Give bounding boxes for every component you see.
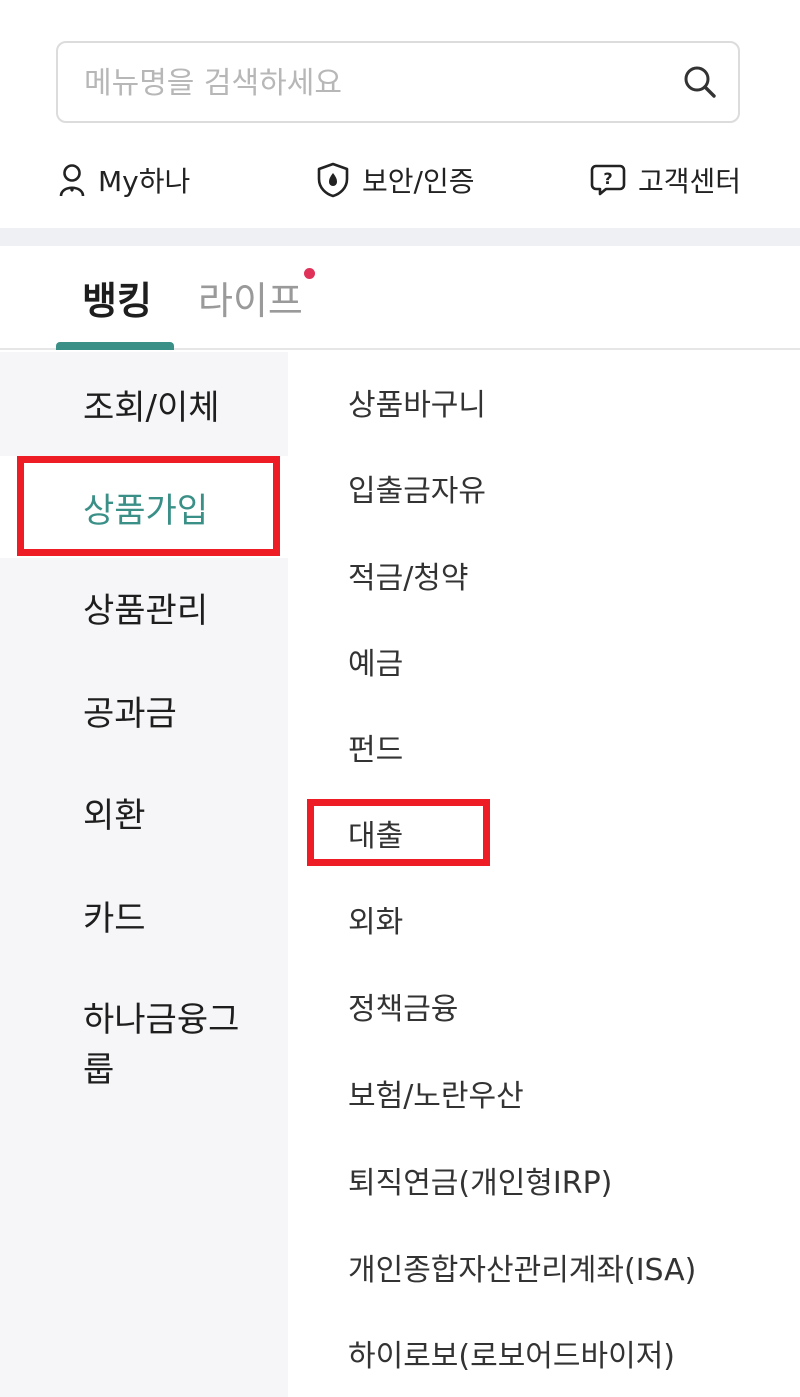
left-menu-label: 외환: [83, 796, 146, 836]
top-cut-header: [0, 0, 800, 10]
sub-menu-item[interactable]: 적금/청약: [348, 559, 469, 599]
user-icon: [59, 164, 85, 197]
quick-link-customer-center[interactable]: ? 고객센터: [590, 155, 741, 205]
section-divider: [0, 228, 800, 246]
left-menu-label: 상품관리: [83, 591, 209, 631]
quick-link-myhana[interactable]: My하나: [58, 155, 190, 205]
menu-tabs: 뱅킹 라이프: [0, 246, 800, 350]
left-menu-item[interactable]: 공과금: [0, 690, 288, 738]
sub-menu-item[interactable]: 대출: [348, 817, 403, 857]
left-menu-item-active[interactable]: 상품가입: [0, 456, 288, 558]
search-box[interactable]: [56, 41, 740, 123]
left-menu-item[interactable]: 상품관리: [0, 587, 288, 635]
left-menu-item[interactable]: 외환: [0, 792, 288, 840]
left-menu-item[interactable]: 하나금융그룹: [0, 995, 288, 1097]
left-menu-label: 상품가입: [83, 491, 209, 531]
search-icon[interactable]: [680, 62, 720, 102]
active-tab-indicator: [56, 342, 174, 350]
tab-banking[interactable]: 뱅킹: [82, 270, 152, 325]
left-menu-label: 하나금융그룹: [83, 1000, 240, 1090]
svg-text:?: ?: [603, 169, 612, 188]
quick-link-label: 보안/인증: [362, 165, 475, 198]
sub-menu-item[interactable]: 상품바구니: [348, 386, 486, 426]
sub-menu-item[interactable]: 개인종합자산관리계좌(ISA): [348, 1251, 696, 1291]
quick-link-security[interactable]: 보안/인증: [316, 155, 474, 205]
shield-icon: [317, 162, 349, 198]
left-menu-label: 공과금: [83, 694, 177, 734]
tab-life[interactable]: 라이프: [198, 268, 315, 325]
quick-link-label: My하나: [98, 165, 191, 198]
help-chat-icon: ?: [590, 164, 626, 196]
sub-menu-item[interactable]: 하이로보(로보어드바이저): [348, 1337, 675, 1377]
left-menu-item[interactable]: 조회/이체: [0, 384, 288, 432]
sub-menu-item[interactable]: 정책금융: [348, 990, 458, 1030]
left-menu-item[interactable]: 카드: [0, 895, 288, 943]
quick-links: My하나 보안/인증 ? 고객센터: [0, 155, 800, 205]
new-badge-dot: [303, 268, 315, 279]
left-menu-label: 카드: [83, 899, 146, 939]
search-input[interactable]: [82, 57, 646, 109]
left-menu-label: 조회/이체: [83, 388, 220, 428]
left-category-menu: 조회/이체 상품가입 상품관리 공과금 외환 카드 하나금융그룹: [0, 352, 288, 1397]
sub-menu-item[interactable]: 입출금자유: [348, 472, 486, 512]
quick-link-label: 고객센터: [638, 165, 742, 198]
sub-menu-item[interactable]: 외화: [348, 903, 403, 943]
tab-life-label: 라이프: [198, 279, 303, 323]
sub-menu-item[interactable]: 보험/노란우산: [348, 1077, 524, 1117]
sub-menu-item[interactable]: 예금: [348, 645, 403, 685]
sub-menu-item[interactable]: 퇴직연금(개인형IRP): [348, 1164, 612, 1204]
sub-menu-item[interactable]: 펀드: [348, 731, 403, 771]
